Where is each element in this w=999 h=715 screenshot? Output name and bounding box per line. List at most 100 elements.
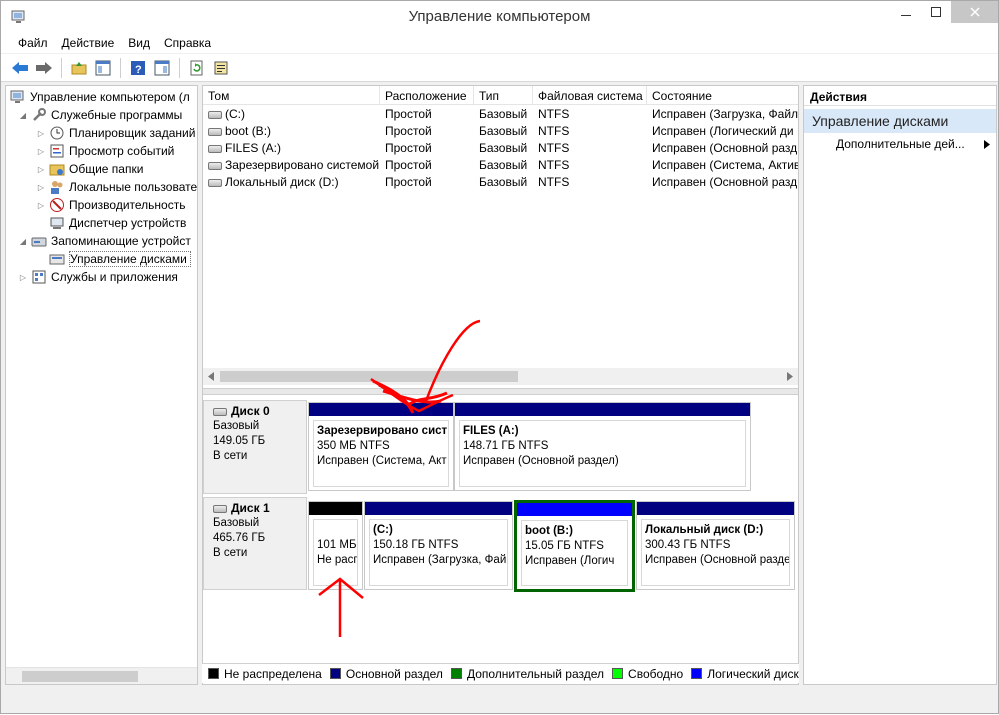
column-header-type[interactable]: Тип xyxy=(474,86,533,105)
partition-local-d[interactable]: Локальный диск (D:) 300.43 ГБ NTFS Испра… xyxy=(636,501,795,590)
partition-system-reserved[interactable]: Зарезервировано сист 350 МБ NTFS Исправе… xyxy=(308,402,454,491)
collapse-arrow-icon[interactable]: ◢ xyxy=(18,111,28,120)
actions-section-disk-management[interactable]: Управление дисками xyxy=(804,109,996,133)
expand-arrow-icon[interactable]: ▷ xyxy=(36,183,46,192)
tree-item-performance[interactable]: ▷ Производительность xyxy=(36,196,185,214)
expand-arrow-icon[interactable]: ▷ xyxy=(36,147,46,156)
disk-0-label[interactable]: Диск 0 Базовый 149.05 ГБ В сети xyxy=(203,400,307,494)
tree-root[interactable]: Управление компьютером (л xyxy=(10,88,190,106)
close-button[interactable] xyxy=(951,1,998,23)
scroll-right-icon[interactable] xyxy=(786,372,794,381)
scroll-left-icon[interactable] xyxy=(207,372,215,381)
back-button[interactable] xyxy=(9,57,31,79)
legend-item: Не распределена xyxy=(208,667,322,681)
expand-arrow-icon[interactable]: ▷ xyxy=(18,273,28,282)
window-title: Управление компьютером xyxy=(408,8,591,25)
partition-size: 148.71 ГБ NTFS xyxy=(463,440,549,452)
volume-list-horizontal-scrollbar[interactable] xyxy=(203,368,798,385)
tree-item-event-viewer[interactable]: ▷ Просмотр событий xyxy=(36,142,174,160)
submenu-arrow-icon[interactable] xyxy=(984,140,990,149)
cell-type: Базовый xyxy=(479,141,528,155)
cell-filesystem: NTFS xyxy=(538,158,570,172)
column-header-volume[interactable]: Том xyxy=(203,86,380,105)
toolbar: ? xyxy=(1,54,998,82)
tree-item-storage[interactable]: ◢ Запоминающие устройст xyxy=(18,232,191,250)
column-header-layout[interactable]: Расположение xyxy=(380,86,474,105)
partition-c[interactable]: (C:) 150.18 ГБ NTFS Исправен (Загрузка, … xyxy=(364,501,513,590)
disk-1-type: Базовый xyxy=(213,517,260,529)
tree-item-label: Диспетчер устройств xyxy=(69,216,187,230)
table-row[interactable]: boot (B:) Простой Базовый NTFS Исправен … xyxy=(203,123,798,140)
disk-0-name: Диск 0 xyxy=(213,404,297,419)
refresh-button[interactable] xyxy=(186,57,208,79)
storage-icon xyxy=(31,237,47,247)
collapse-arrow-icon[interactable]: ◢ xyxy=(18,237,28,246)
expand-arrow-icon[interactable]: ▷ xyxy=(36,129,46,138)
console-tree-icon xyxy=(95,60,111,75)
volume-icon xyxy=(208,145,222,153)
disk-1-label[interactable]: Диск 1 Базовый 465.76 ГБ В сети xyxy=(203,497,307,590)
tree-horizontal-scrollbar[interactable] xyxy=(6,667,197,684)
partition-size: 350 МБ NTFS xyxy=(317,440,390,452)
tree-item-disk-management[interactable]: Управление дисками xyxy=(49,250,191,268)
action-pane-icon xyxy=(154,60,170,75)
partition-info: FILES (A:) 148.71 ГБ NTFS Исправен (Осно… xyxy=(459,420,746,487)
tree-item-local-users[interactable]: ▷ Локальные пользовате xyxy=(36,178,197,196)
menu-help[interactable]: Справка xyxy=(157,33,218,53)
navigation-tree: Управление компьютером (л ◢ Служебные пр… xyxy=(5,85,198,685)
table-row[interactable]: Локальный диск (D:) Простой Базовый NTFS… xyxy=(203,174,798,191)
table-row[interactable]: Зарезервировано системой Простой Базовый… xyxy=(203,157,798,174)
help-icon: ? xyxy=(131,60,145,76)
partition-name: Зарезервировано сист xyxy=(317,425,448,437)
title-bar: Управление компьютером xyxy=(1,1,998,33)
partition-files-a[interactable]: FILES (A:) 148.71 ГБ NTFS Исправен (Осно… xyxy=(454,402,751,491)
legend-label: Свободно xyxy=(628,666,684,681)
expand-arrow-icon[interactable]: ▷ xyxy=(36,165,46,174)
expand-arrow-icon[interactable]: ▷ xyxy=(36,201,46,210)
partition-boot-b[interactable]: boot (B:) 15.05 ГБ NTFS Исправен (Логич xyxy=(514,500,635,592)
partition-state: Исправен (Основной раздел) xyxy=(463,455,619,467)
properties-button[interactable] xyxy=(210,57,232,79)
help-button[interactable]: ? xyxy=(127,57,149,79)
cell-status: Исправен (Основной разд xyxy=(652,175,798,189)
device-manager-icon xyxy=(50,217,64,229)
forward-button[interactable] xyxy=(33,57,55,79)
scrollbar-thumb[interactable] xyxy=(22,671,138,682)
show-hide-tree-button[interactable] xyxy=(92,57,114,79)
more-actions-item[interactable]: Дополнительные дей... xyxy=(836,137,991,155)
cell-layout: Простой xyxy=(385,124,432,138)
tree-item-shared-folders[interactable]: ▷ Общие папки xyxy=(36,160,144,178)
table-row[interactable]: (C:) Простой Базовый NTFS Исправен (Загр… xyxy=(203,106,798,123)
pane-splitter[interactable] xyxy=(203,388,798,395)
column-header-filesystem[interactable]: Файловая система xyxy=(533,86,647,105)
volume-name: (C:) xyxy=(225,107,245,121)
scrollbar-thumb[interactable] xyxy=(220,371,518,382)
table-row[interactable]: FILES (A:) Простой Базовый NTFS Исправен… xyxy=(203,140,798,157)
tree-item-label: Локальные пользовате xyxy=(69,180,198,194)
cell-layout: Простой xyxy=(385,141,432,155)
tree-item-services-apps[interactable]: ▷ Службы и приложения xyxy=(18,268,178,286)
column-header-status[interactable]: Состояние xyxy=(647,86,798,105)
legend-swatch xyxy=(450,668,462,679)
tree-item-system-tools[interactable]: ◢ Служебные программы xyxy=(18,106,182,124)
minimize-button[interactable] xyxy=(891,1,921,23)
disk-icon xyxy=(213,407,227,416)
show-hide-actions-button[interactable] xyxy=(151,57,173,79)
maximize-button[interactable] xyxy=(921,1,951,23)
cell-status: Исправен (Система, Актив xyxy=(652,158,798,172)
disk-map: Диск 0 Базовый 149.05 ГБ В сети Зарезерв… xyxy=(203,396,798,684)
tree-item-task-scheduler[interactable]: ▷ Планировщик заданий xyxy=(36,124,195,142)
disk-name-text: Диск 0 xyxy=(231,404,270,418)
tree-item-device-manager[interactable]: Диспетчер устройств xyxy=(49,214,186,232)
partition-unallocated[interactable]: 101 МБ Не расп xyxy=(308,501,363,590)
up-level-button[interactable] xyxy=(68,57,90,79)
partition-size: 300.43 ГБ NTFS xyxy=(645,539,731,551)
menu-view[interactable]: Вид xyxy=(121,33,157,53)
svg-text:?: ? xyxy=(135,64,142,76)
legend-swatch xyxy=(208,668,219,679)
menu-action[interactable]: Действие xyxy=(55,33,122,53)
tree-item-label-selected: Управление дисками xyxy=(69,251,191,267)
partition-color-bar xyxy=(455,403,750,416)
toolbar-separator xyxy=(179,57,180,78)
menu-file[interactable]: Файл xyxy=(11,33,55,53)
